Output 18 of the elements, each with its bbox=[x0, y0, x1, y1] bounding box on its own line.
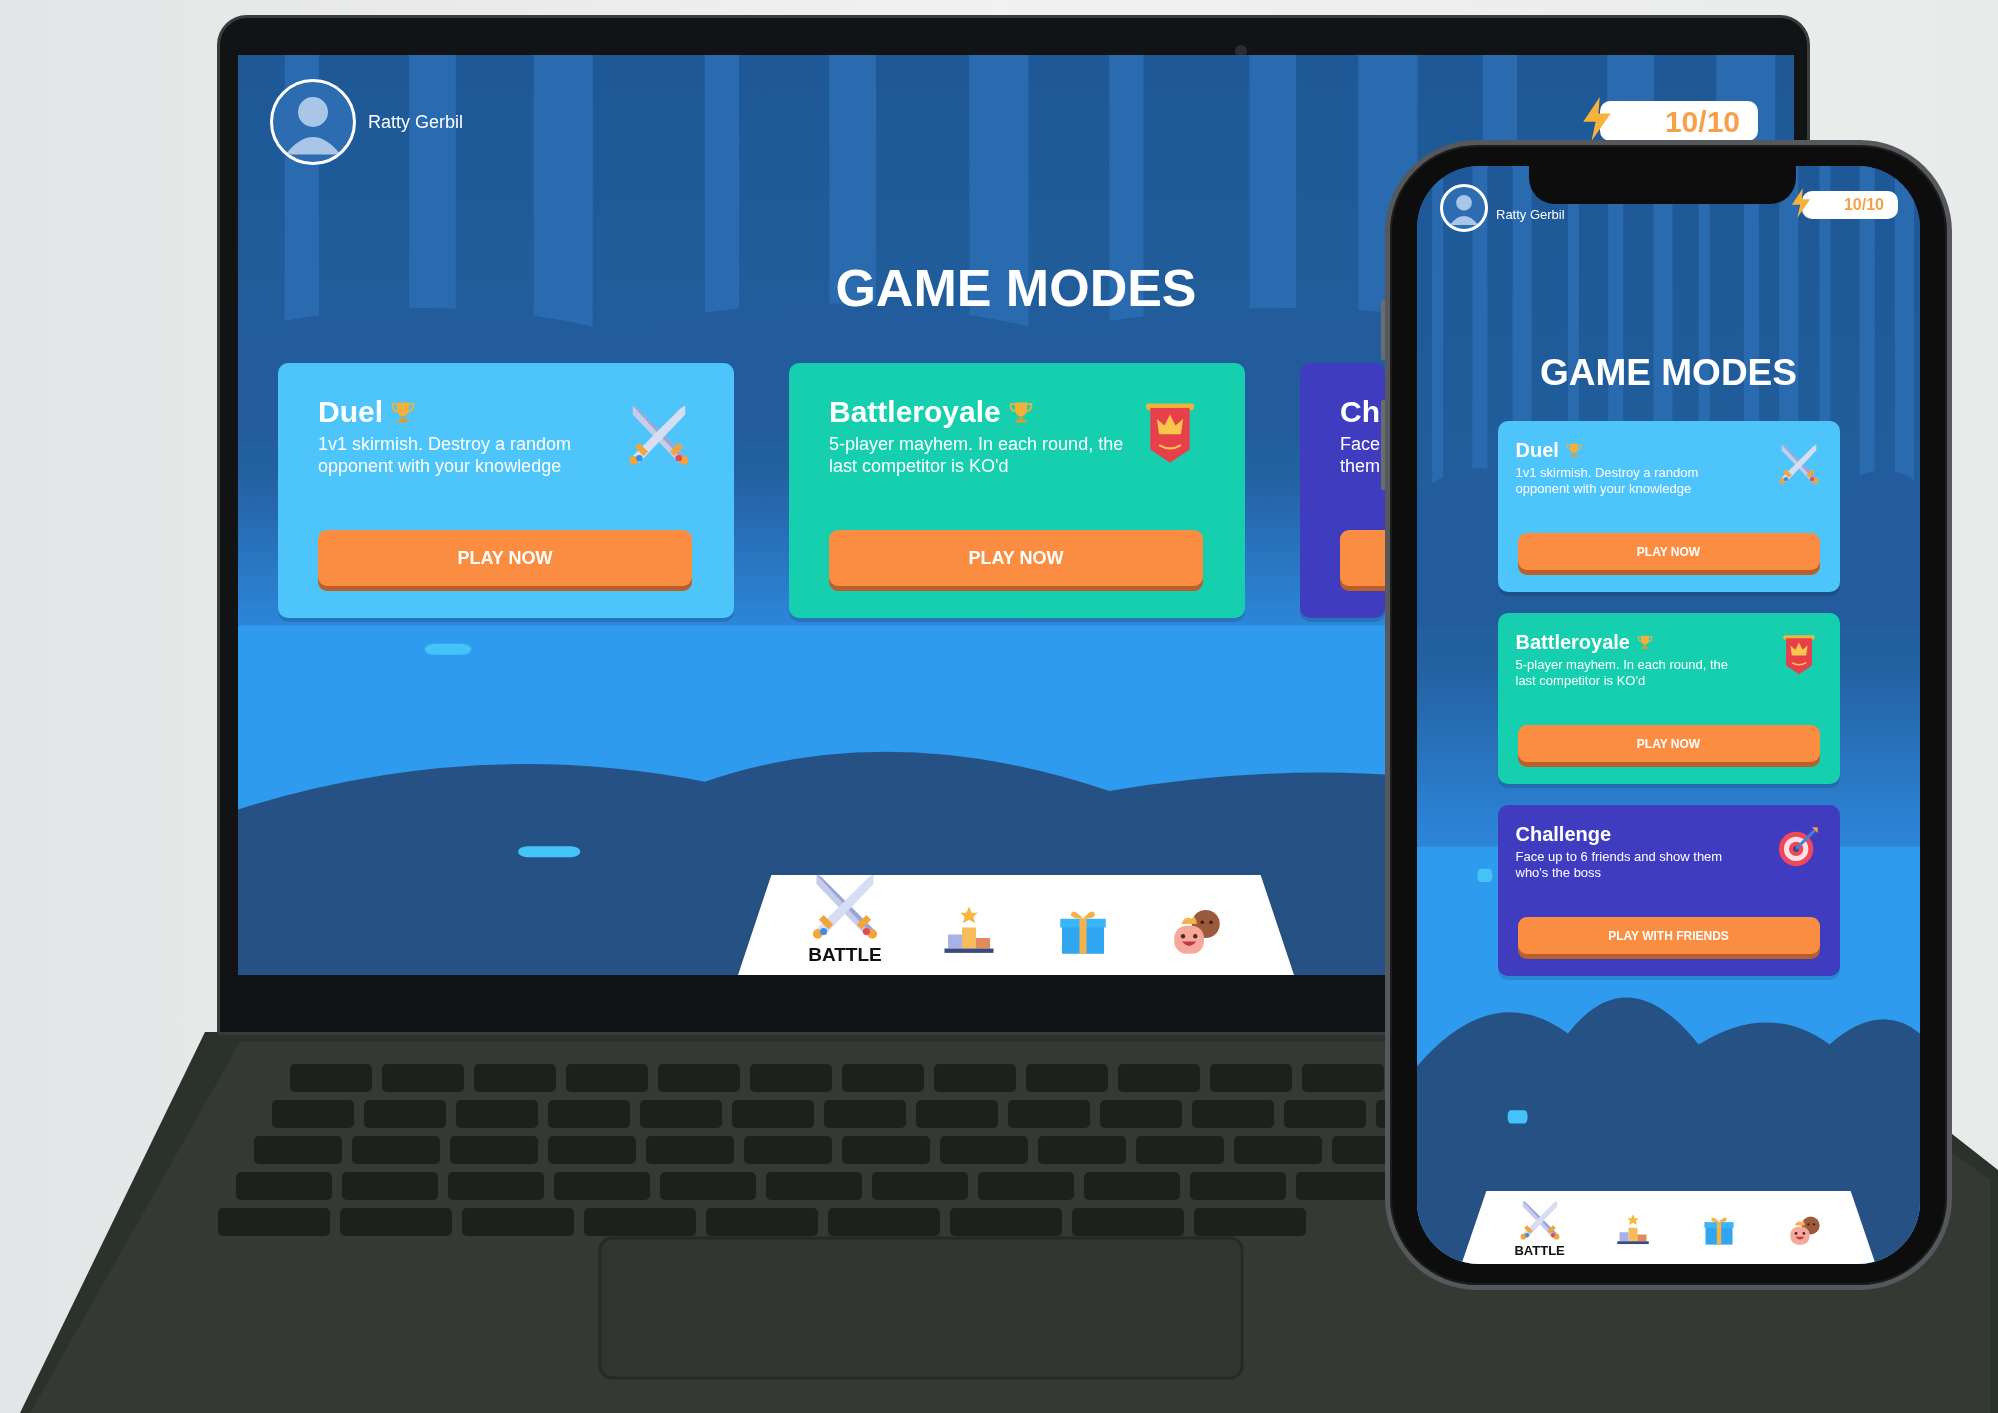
mode-title: Battleroyale bbox=[1515, 630, 1630, 656]
mode-description: 5-player mayhem. In each round, the last competitor is KO'd bbox=[1515, 657, 1729, 689]
mode-description: Face them bbox=[1340, 434, 1382, 478]
page-title: GAME MODES bbox=[834, 258, 1198, 319]
mode-title: Battleroyale bbox=[829, 394, 1001, 431]
mode-description: 1v1 skirmish. Destroy a random opponent with your knowledge bbox=[318, 434, 573, 478]
username: Ratty Gerbil bbox=[1496, 206, 1565, 225]
username: Ratty Gerbil bbox=[368, 110, 464, 134]
nav-tab[interactable]: BATTLE bbox=[1514, 1194, 1565, 1260]
mode-description: Face up to 6 friends and show them who's the boss bbox=[1515, 849, 1724, 881]
page-title: GAME MODES bbox=[1539, 351, 1798, 395]
mode-title: Duel bbox=[318, 394, 383, 431]
nav-tab[interactable]: BATTLE bbox=[807, 864, 883, 969]
mode-description: 5-player mayhem. In each round, the last competitor is KO'd bbox=[829, 434, 1125, 478]
mode-title: Ch bbox=[1340, 394, 1380, 431]
mode-title: Duel bbox=[1515, 438, 1559, 464]
mode-title: Challenge bbox=[1515, 822, 1612, 848]
mode-description: 1v1 skirmish. Destroy a random opponent with your knowledge bbox=[1515, 465, 1700, 497]
